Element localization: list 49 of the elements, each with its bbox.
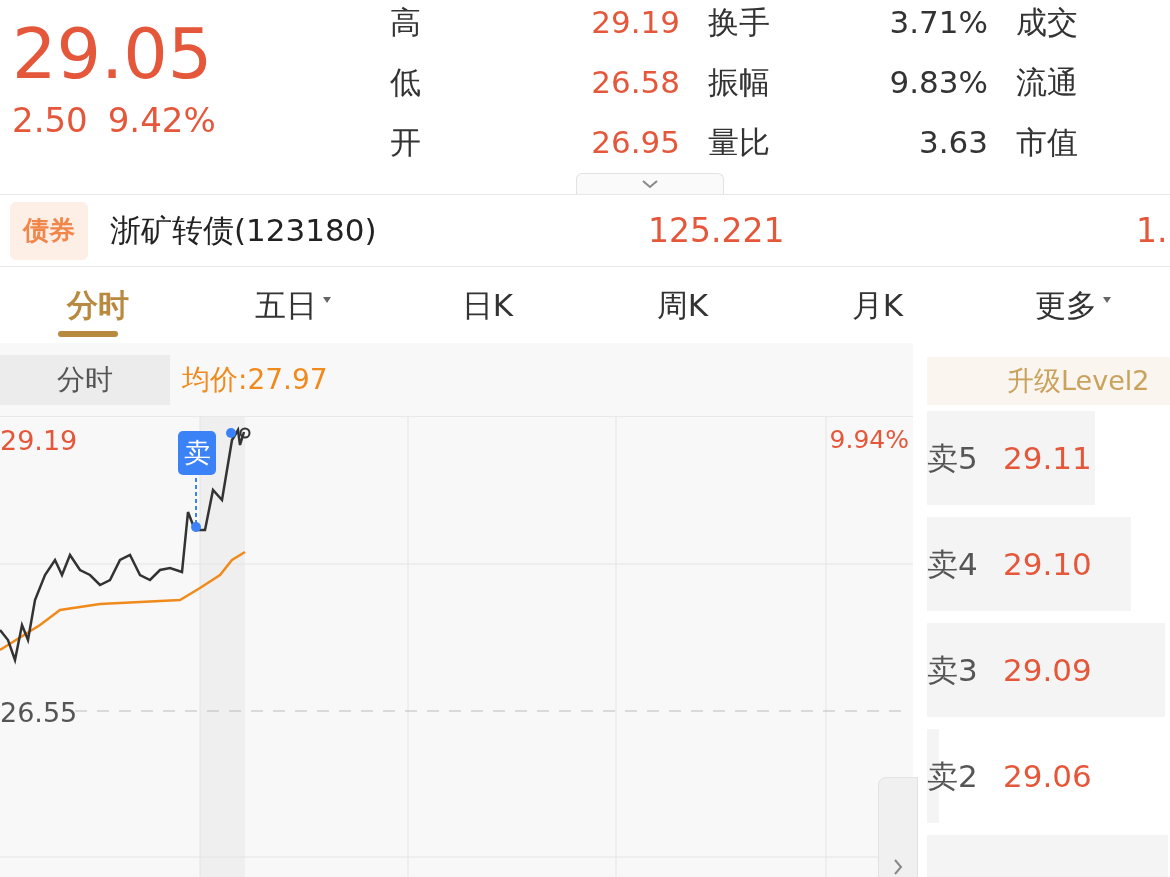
stat-label: 振幅 (707, 62, 771, 102)
chart-tab[interactable]: 日K (390, 267, 585, 343)
marker-leader-line (191, 477, 201, 532)
trade-point (226, 428, 236, 438)
chart-tab[interactable]: 月K (780, 267, 975, 343)
stat-label: 低 (390, 62, 422, 102)
order-level: 卖5 (927, 438, 979, 478)
scroll-handle[interactable] (878, 777, 918, 877)
chart-tab[interactable]: 五日 (195, 267, 390, 343)
stat-label: 成交 (1015, 2, 1078, 42)
base-price-label: 26.55 (0, 696, 78, 730)
percent-label: 9.94% (829, 424, 909, 456)
average-price: 均价:27.97 (182, 361, 328, 398)
chevron-down-icon (640, 179, 660, 189)
stat-label: 换手 (707, 2, 771, 42)
chart-tab[interactable]: 周K (585, 267, 780, 343)
bond-price: 125.221 (648, 209, 785, 252)
order-level: 卖2 (927, 756, 979, 796)
order-price: 29.10 (1003, 544, 1092, 584)
bond-name[interactable]: 浙矿转债(123180) (110, 207, 648, 254)
change-percent: 9.42% (107, 100, 216, 140)
mode-button[interactable]: 分时 (0, 354, 170, 405)
price-change: 2.50 (12, 100, 88, 140)
selected-underline (58, 331, 118, 337)
order-level: 卖3 (927, 650, 979, 690)
stat-label: 流通 (1015, 62, 1078, 102)
high-price-label: 29.19 (0, 424, 78, 458)
chart-tab[interactable]: 更多 (975, 267, 1170, 343)
order-price: 29.06 (1003, 756, 1092, 796)
stat-value: 3.63 (917, 122, 988, 162)
chevron-right-icon (893, 858, 903, 876)
stat-label: 高 (390, 2, 422, 42)
sell-marker: 卖 (178, 431, 216, 475)
expand-tab[interactable] (576, 173, 724, 194)
stat-label: 市值 (1015, 122, 1078, 162)
bond-column: 1. (1136, 205, 1168, 256)
last-price: 29.05 (12, 14, 214, 94)
stat-value: 3.71% (888, 2, 988, 42)
order-price: 29.11 (1003, 438, 1092, 478)
order-level: 卖4 (927, 544, 979, 584)
stat-value: 26.58 (590, 62, 680, 102)
stat-value: 9.83% (888, 62, 988, 102)
bond-badge: 债券 (10, 201, 88, 260)
order-price: 29.09 (1003, 650, 1092, 690)
stat-value: 26.95 (590, 122, 680, 162)
current-point (239, 427, 251, 439)
stat-label: 开 (390, 122, 422, 162)
stat-label: 量比 (707, 122, 771, 162)
stat-value: 29.19 (590, 2, 680, 42)
